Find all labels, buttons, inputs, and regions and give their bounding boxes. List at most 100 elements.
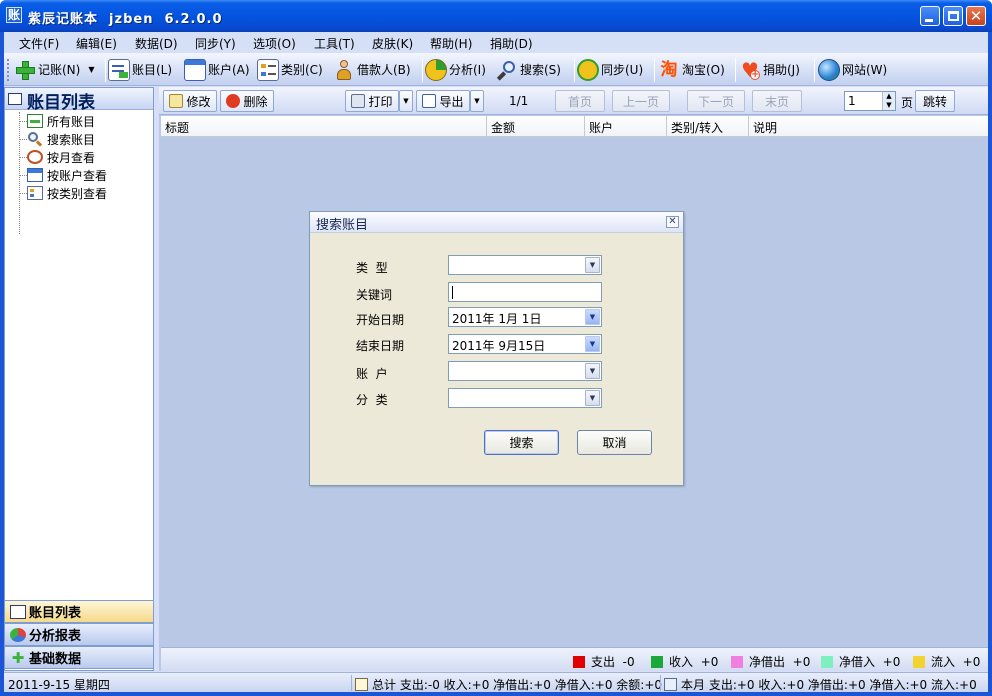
category-button[interactable]: 类别(C) bbox=[257, 56, 323, 83]
analysis-button[interactable]: 分析(I) bbox=[425, 56, 486, 83]
person-icon bbox=[333, 59, 355, 81]
taobao-button[interactable]: 淘 淘宝(O) bbox=[658, 56, 725, 83]
tree-item-month[interactable]: 按月查看 bbox=[27, 148, 95, 166]
column-account[interactable]: 账户 bbox=[585, 116, 667, 137]
borrower-button[interactable]: 借款人(B) bbox=[333, 56, 411, 83]
start-date-value: 2011年 1月 1日 bbox=[452, 312, 542, 326]
delete-button[interactable]: 删除 bbox=[220, 90, 274, 112]
column-category[interactable]: 类别/转入 bbox=[667, 116, 749, 137]
tab-label: 基础数据 bbox=[29, 652, 82, 667]
menu-sync[interactable]: 同步(Y) bbox=[195, 35, 236, 52]
sync-button[interactable]: 同步(U) bbox=[577, 56, 643, 83]
type-select[interactable]: ▼ bbox=[448, 255, 602, 275]
menu-help[interactable]: 帮助(H) bbox=[430, 35, 472, 52]
start-date-label: 开始日期 bbox=[356, 313, 405, 327]
dialog-close-icon[interactable]: ✕ bbox=[666, 216, 679, 228]
record-button[interactable]: 记账(N) ▼ bbox=[14, 56, 95, 83]
tab-reports[interactable]: 分析报表 bbox=[4, 623, 154, 646]
minimize-button[interactable] bbox=[920, 6, 940, 26]
column-title[interactable]: 标题 bbox=[161, 116, 487, 137]
menu-edit[interactable]: 编辑(E) bbox=[76, 35, 117, 52]
accounts-label: 账目(L) bbox=[132, 63, 173, 77]
column-amount[interactable]: 金额 bbox=[487, 116, 585, 137]
last-page-button[interactable]: 末页 bbox=[752, 90, 802, 112]
menu-donate[interactable]: 捐助(D) bbox=[490, 35, 533, 52]
chevron-down-icon[interactable]: ▼ bbox=[585, 363, 600, 379]
account-select[interactable]: ▼ bbox=[448, 361, 602, 381]
end-date-value: 2011年 9月15日 bbox=[452, 339, 546, 353]
status-total-text: 总计 支出:-0 收入:+0 净借出:+0 净借入:+0 余额:+0 bbox=[372, 678, 663, 692]
column-note[interactable]: 说明 bbox=[749, 116, 988, 137]
add-icon bbox=[14, 59, 36, 81]
menu-tools[interactable]: 工具(T) bbox=[314, 35, 355, 52]
ledger-icon bbox=[108, 58, 130, 81]
calendar-dropdown-icon[interactable]: ▼ bbox=[585, 309, 600, 325]
record-dropdown-icon[interactable]: ▼ bbox=[88, 65, 94, 74]
legend-net-lend: 净借出 +0 bbox=[731, 653, 810, 670]
start-date-picker[interactable]: 2011年 1月 1日 ▼ bbox=[448, 307, 602, 327]
next-page-button[interactable]: 下一页 bbox=[687, 90, 745, 112]
edit-button[interactable]: 修改 bbox=[163, 90, 217, 112]
legend-label: 收入 bbox=[669, 655, 694, 669]
dialog-title: 搜索账目 bbox=[316, 218, 369, 233]
app-icon: 账 bbox=[6, 7, 22, 23]
accounts-button[interactable]: 账目(L) bbox=[108, 56, 172, 83]
donate-button[interactable]: ♥ + 捐助(J) bbox=[739, 56, 800, 83]
tree-item-search[interactable]: 搜索账目 bbox=[27, 130, 95, 148]
search-button[interactable]: 搜索(S) bbox=[496, 56, 561, 83]
first-page-button[interactable]: 首页 bbox=[555, 90, 605, 112]
spin-down-icon[interactable]: ▼ bbox=[883, 101, 895, 110]
title-bar[interactable]: 账 紫辰记账本 jzben 6.2.0.0 ✕ bbox=[0, 0, 992, 32]
account-label: 账 户 bbox=[356, 367, 388, 381]
dialog-search-button[interactable]: 搜索 bbox=[484, 430, 559, 455]
pie-chart-icon bbox=[425, 58, 447, 81]
toolbar-grip[interactable] bbox=[7, 59, 10, 81]
text-caret bbox=[452, 286, 453, 299]
sync-icon bbox=[577, 58, 599, 81]
menu-file[interactable]: 文件(F) bbox=[19, 35, 59, 52]
legend-inflow: 流入 +0 bbox=[913, 653, 980, 670]
delete-icon bbox=[226, 94, 241, 108]
all-records-icon bbox=[27, 114, 43, 128]
account-window-icon bbox=[27, 168, 43, 182]
chevron-down-icon[interactable]: ▼ bbox=[585, 390, 600, 406]
status-month-text: 本月 支出:+0 收入:+0 净借出:+0 净借入:+0 流入:+0 bbox=[681, 678, 977, 692]
tree-item-account[interactable]: 按账户查看 bbox=[27, 166, 107, 184]
menu-options[interactable]: 选项(O) bbox=[253, 35, 296, 52]
export-dropdown-icon[interactable]: ▼ bbox=[470, 90, 484, 112]
legend-value: +0 bbox=[882, 654, 901, 669]
category-list-icon bbox=[257, 58, 279, 81]
tree-item-label: 按月查看 bbox=[47, 150, 96, 165]
dialog-title-bar[interactable]: 搜索账目 ✕ bbox=[310, 212, 683, 233]
tree-item-all[interactable]: 所有账目 bbox=[27, 112, 95, 130]
chevron-down-icon[interactable]: ▼ bbox=[585, 257, 600, 273]
type-label: 类 型 bbox=[356, 261, 388, 275]
page-spinner[interactable]: ▲ ▼ bbox=[882, 92, 895, 110]
spin-up-icon[interactable]: ▲ bbox=[883, 92, 895, 101]
status-date: 2011-9-15 星期四 bbox=[8, 678, 110, 692]
menu-skin[interactable]: 皮肤(K) bbox=[372, 35, 413, 52]
keyword-input[interactable] bbox=[448, 282, 602, 302]
maximize-button[interactable] bbox=[943, 6, 963, 26]
left-panel: 账目列表 所有账目 搜索账目 按月查看 按账户查看 按类别查看 bbox=[4, 87, 154, 671]
dialog-cancel-button[interactable]: 取消 bbox=[577, 430, 652, 455]
menu-data[interactable]: 数据(D) bbox=[135, 35, 178, 52]
account-button[interactable]: 账户(A) bbox=[184, 56, 250, 83]
tab-records[interactable]: 账目列表 bbox=[4, 600, 154, 623]
legend-label: 净借入 bbox=[839, 655, 876, 669]
close-button[interactable]: ✕ bbox=[966, 6, 986, 26]
taobao-icon: 淘 bbox=[660, 59, 678, 80]
export-button[interactable]: 导出 bbox=[416, 90, 470, 112]
toolbar-separator bbox=[735, 58, 736, 82]
print-button[interactable]: 打印 bbox=[345, 90, 399, 112]
calendar-dropdown-icon[interactable]: ▼ bbox=[585, 336, 600, 352]
edit-icon bbox=[169, 94, 184, 108]
prev-page-button[interactable]: 上一页 bbox=[612, 90, 670, 112]
end-date-picker[interactable]: 2011年 9月15日 ▼ bbox=[448, 334, 602, 354]
tree-item-category[interactable]: 按类别查看 bbox=[27, 184, 107, 202]
category-select[interactable]: ▼ bbox=[448, 388, 602, 408]
website-button[interactable]: 网站(W) bbox=[818, 56, 887, 83]
jump-button[interactable]: 跳转 bbox=[915, 90, 955, 112]
print-dropdown-icon[interactable]: ▼ bbox=[399, 90, 413, 112]
tab-basic-data[interactable]: ✚ 基础数据 bbox=[4, 646, 154, 669]
